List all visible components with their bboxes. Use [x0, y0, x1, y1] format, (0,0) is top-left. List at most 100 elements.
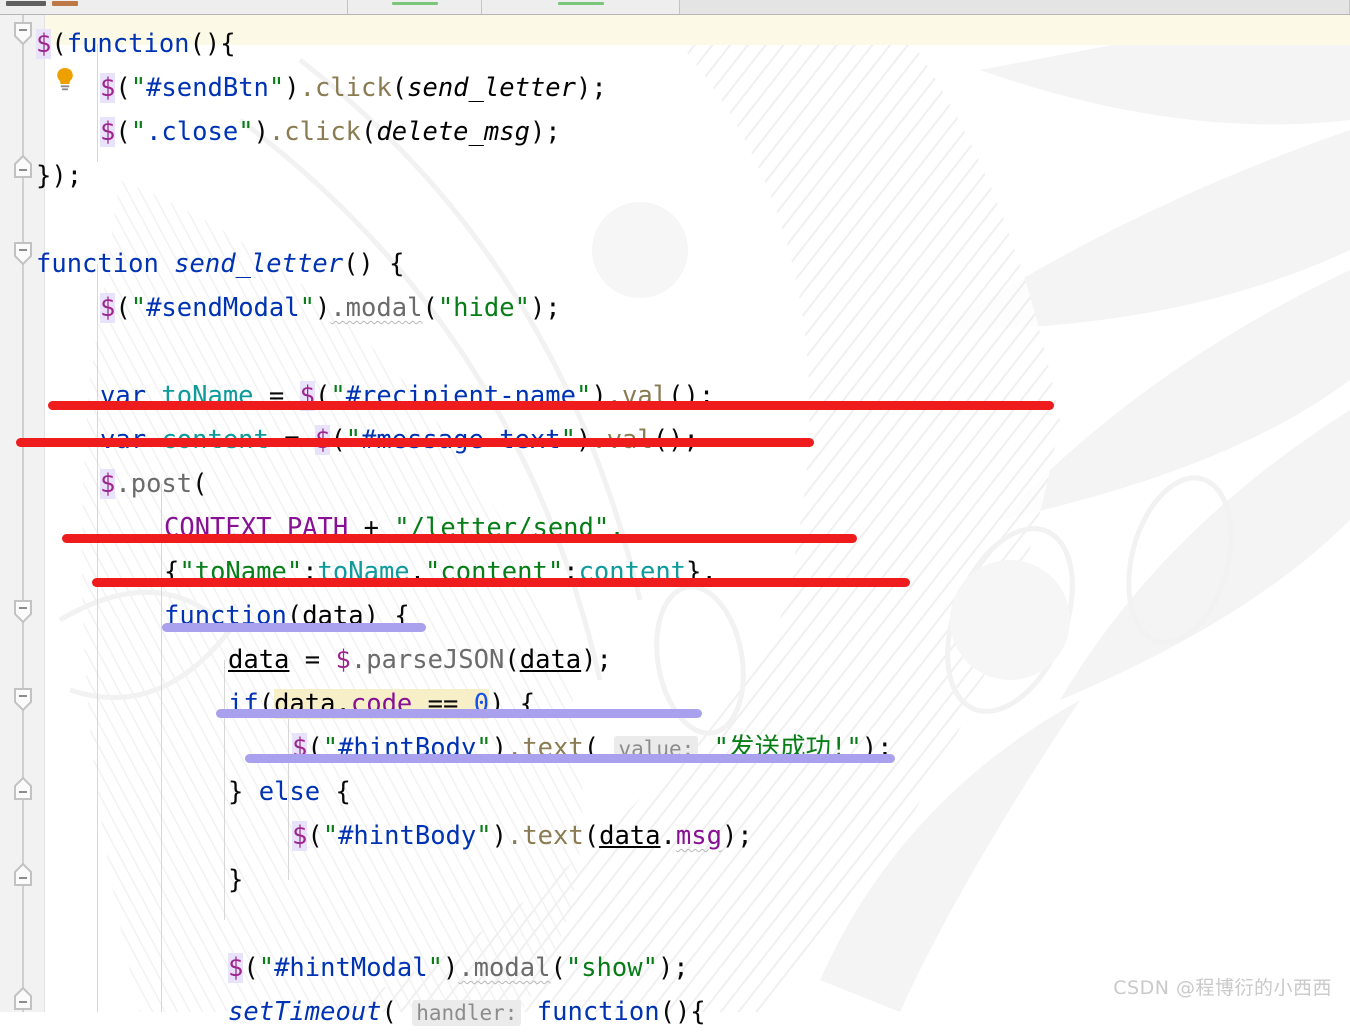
code-line[interactable]: $("#sendBtn").click(send_letter); [0, 66, 1350, 110]
code-line[interactable]: }); [0, 154, 1350, 198]
tab-icon [6, 1, 46, 6]
code-token: ); [529, 293, 561, 323]
code-token: $ [36, 29, 52, 59]
lavender-annotation-underline [216, 709, 702, 718]
code-token: function [536, 997, 660, 1027]
code-token: handler: [412, 1000, 522, 1026]
code-token: " [238, 117, 254, 147]
code-token: .modal [458, 953, 551, 983]
code-token: else [258, 777, 321, 807]
code-token: #sendModal [146, 293, 300, 323]
code-token: " [130, 73, 147, 103]
code-token: $ [100, 73, 116, 103]
code-token: send_letter [407, 73, 576, 103]
code-token: ( [422, 293, 438, 323]
editor-tab[interactable] [482, 0, 680, 14]
code-token: ); [529, 117, 561, 147]
code-line[interactable]: $("#hintBody").text( value: "发送成功!"); [0, 726, 1350, 770]
red-annotation-underline [16, 438, 814, 447]
code-token: $ [100, 117, 116, 147]
code-line[interactable]: $.post( [0, 462, 1350, 506]
code-token: .modal [330, 293, 423, 323]
code-token: (){ [189, 29, 236, 59]
code-token: } [228, 865, 244, 895]
code-token: #hintBody [338, 821, 477, 851]
code-line[interactable]: $(".close").click(delete_msg); [0, 110, 1350, 154]
code-line[interactable] [0, 902, 1350, 946]
code-editor[interactable]: $(function(){$("#sendBtn").click(send_le… [0, 14, 1350, 1027]
code-token: ) [253, 117, 269, 147]
code-token: delete_msg [376, 117, 530, 147]
code-token: ( [115, 73, 131, 103]
code-token: ) [314, 293, 331, 323]
red-annotation-underline [48, 401, 1054, 410]
code-line[interactable]: } else { [0, 770, 1350, 814]
code-token: setTimeout [228, 997, 382, 1027]
code-token: send_letter [174, 249, 344, 279]
code-token: ( [391, 73, 408, 103]
code-token: #hintModal [274, 953, 428, 983]
code-token: " [130, 117, 147, 147]
code-token: "show" [565, 953, 658, 983]
lavender-annotation-underline [245, 754, 895, 763]
code-token: ( [115, 117, 131, 147]
code-line[interactable]: $("#sendModal").modal("hide"); [0, 286, 1350, 330]
code-text[interactable]: $(function(){$("#sendBtn").click(send_le… [0, 14, 1350, 1027]
code-token: (){ [659, 997, 706, 1027]
code-line[interactable]: data = $.parseJSON(data); [0, 638, 1350, 682]
code-token: msg [675, 821, 722, 851]
code-line[interactable]: if(data.code == 0) { [0, 682, 1350, 726]
editor-tab-overflow[interactable] [680, 0, 1350, 14]
code-token: data [599, 821, 661, 851]
code-token: ( [504, 645, 520, 675]
code-line[interactable] [0, 330, 1350, 374]
code-token: ); [581, 645, 612, 675]
code-token: ( [192, 469, 208, 499]
code-line[interactable]: } [0, 858, 1350, 902]
code-token: data [519, 645, 582, 675]
code-token: .post [115, 469, 193, 499]
code-token: () { [343, 249, 405, 279]
tab-accent-underline [391, 2, 438, 5]
code-line[interactable] [0, 198, 1350, 242]
code-token: " [427, 953, 443, 983]
code-line[interactable]: {"toName":toName,"content":content}, [0, 550, 1350, 594]
code-token: ( [583, 821, 600, 851]
code-token: "hide" [437, 293, 530, 323]
code-token: .close [146, 117, 239, 147]
code-token: function [66, 29, 190, 59]
code-token: " [299, 293, 315, 323]
code-token: " [130, 293, 147, 323]
code-token: #sendBtn [146, 73, 269, 103]
code-token: = [289, 645, 336, 675]
code-token: ( [307, 821, 323, 851]
code-token: " [268, 73, 285, 103]
code-line[interactable]: $("#hintBody").text(data.msg); [0, 814, 1350, 858]
code-line[interactable]: CONTEXT_PATH + "/letter/send", [0, 506, 1350, 550]
code-token: ( [550, 953, 566, 983]
code-token: ( [361, 117, 377, 147]
code-token: ) [442, 953, 459, 983]
editor-tab[interactable] [348, 0, 482, 14]
code-token: $ [100, 469, 116, 499]
code-token: }); [36, 161, 83, 191]
code-token: $ [100, 293, 116, 323]
code-token: ( [115, 293, 131, 323]
editor-tab[interactable] [0, 0, 348, 14]
code-token: data [228, 645, 290, 675]
code-token: . [660, 821, 676, 851]
code-line[interactable]: function send_letter() { [0, 242, 1350, 286]
code-token: $ [292, 821, 308, 851]
code-token: " [476, 821, 492, 851]
code-token: .click [268, 117, 362, 147]
csdn-watermark: CSDN @程博衍的小西西 [1113, 977, 1332, 999]
code-token: ) [491, 821, 507, 851]
code-token: ( [381, 997, 413, 1027]
code-line[interactable]: var toName = $("#recipient-name").val(); [0, 374, 1350, 418]
code-token: $ [335, 645, 351, 675]
tab-label-glyph [52, 1, 78, 6]
editor-tab-strip[interactable] [0, 0, 1350, 15]
code-token: { [320, 777, 351, 807]
code-token: .text [506, 821, 584, 851]
code-line[interactable]: $(function(){ [0, 22, 1350, 66]
